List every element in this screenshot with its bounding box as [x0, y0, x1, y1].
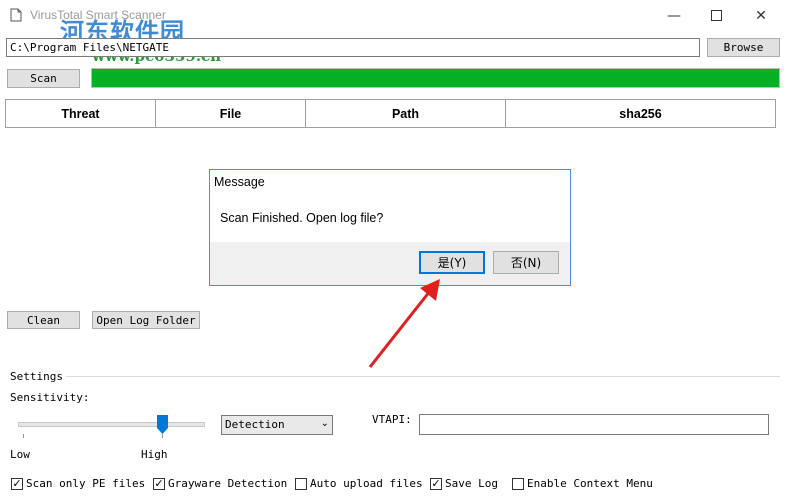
results-table-header: Threat File Path sha256 [5, 99, 776, 128]
dialog-message: Scan Finished. Open log file? [220, 211, 384, 225]
minimize-icon[interactable]: — [664, 6, 684, 26]
checkbox-icon[interactable]: ✓ [430, 477, 442, 490]
message-dialog: Message Scan Finished. Open log file? 是(… [209, 169, 571, 286]
vtapi-key-input[interactable] [419, 414, 769, 435]
option-label: Scan only PE files [26, 477, 146, 490]
slider-tick-high [162, 434, 163, 438]
dialog-title: Message [214, 175, 265, 189]
settings-divider [66, 376, 780, 377]
option-scan-only-pe[interactable]: ✓ Scan only PE files [11, 477, 145, 490]
app-icon [10, 8, 22, 22]
annotation-arrow [368, 279, 440, 368]
checkbox-icon[interactable] [512, 477, 524, 490]
column-file[interactable]: File [156, 100, 306, 127]
scan-path-input[interactable]: C:\Program Files\NETGATE [6, 38, 700, 57]
option-label: Save Log [445, 477, 498, 490]
settings-group-label: Settings [10, 370, 63, 383]
browse-button[interactable]: Browse [707, 38, 780, 57]
column-path[interactable]: Path [306, 100, 506, 127]
column-sha256[interactable]: sha256 [506, 100, 775, 127]
dialog-no-button[interactable]: 否(N) [493, 251, 559, 274]
detection-mode-select[interactable]: Detection ⌄ [221, 415, 333, 435]
slider-low-label: Low [10, 448, 30, 461]
dialog-yes-button[interactable]: 是(Y) [419, 251, 485, 274]
maximize-icon[interactable] [706, 6, 726, 26]
column-threat[interactable]: Threat [6, 100, 156, 127]
open-log-folder-button[interactable]: Open Log Folder [92, 311, 200, 329]
option-save-log[interactable]: ✓ Save Log [430, 477, 498, 490]
option-label: Grayware Detection [168, 477, 288, 490]
option-auto-upload[interactable]: Auto upload files [295, 477, 423, 490]
scan-progress-bar [91, 68, 780, 88]
clean-button[interactable]: Clean [7, 311, 80, 329]
slider-tick-low [23, 434, 24, 438]
option-enable-context-menu[interactable]: Enable Context Menu [512, 477, 653, 490]
checkbox-icon[interactable]: ✓ [153, 477, 165, 490]
detection-mode-value: Detection [225, 418, 285, 431]
close-icon[interactable]: ✕ [751, 6, 771, 26]
option-label: Auto upload files [310, 477, 423, 490]
checkbox-icon[interactable] [295, 477, 307, 490]
sensitivity-label: Sensitivity: [10, 391, 90, 404]
option-grayware-detection[interactable]: ✓ Grayware Detection [153, 477, 287, 490]
checkbox-icon[interactable]: ✓ [11, 477, 23, 490]
option-label: Enable Context Menu [527, 477, 653, 490]
scan-button[interactable]: Scan [7, 69, 80, 88]
slider-high-label: High [141, 448, 168, 461]
scan-progress-fill [92, 69, 779, 87]
vtapi-label: VTAPI: [372, 413, 412, 426]
chevron-down-icon: ⌄ [320, 418, 329, 429]
sensitivity-slider-track[interactable] [18, 422, 205, 427]
